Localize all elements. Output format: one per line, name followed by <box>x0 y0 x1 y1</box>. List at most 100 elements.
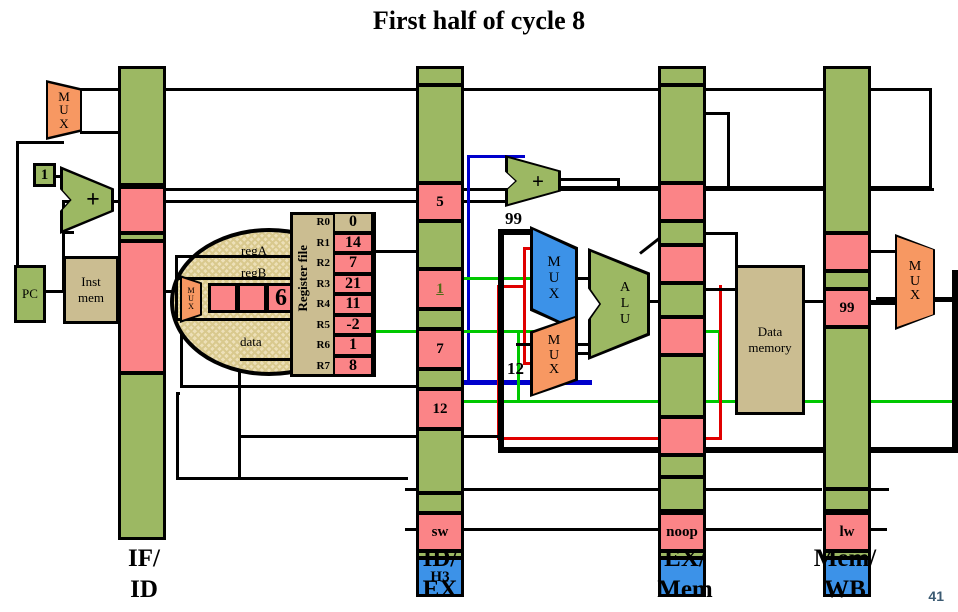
register-value: 11 <box>333 294 373 315</box>
if-id-seg-pc <box>118 66 166 186</box>
data-memory-label-1: Data <box>757 324 783 339</box>
register-name: R0 <box>316 216 330 229</box>
register-row: R4 11 <box>302 294 373 315</box>
id-ex-seg-gap1 <box>416 220 464 270</box>
pc-source-mux[interactable]: M U X <box>48 83 80 137</box>
register-row: R6 1 <box>302 335 373 356</box>
wire-idadder-out <box>560 178 620 181</box>
ex-mem-register: noop <box>658 66 706 597</box>
alu-letter-u: U <box>619 312 631 328</box>
register-value: 0 <box>333 212 373 233</box>
wire-branch-blue-top <box>467 155 525 158</box>
stage-label-line2: ID <box>130 576 158 604</box>
id-ex-seg-gap2 <box>416 308 464 330</box>
register-row: R7 8 <box>302 355 373 376</box>
ex-mem-seg-pc <box>658 84 706 184</box>
mem-wb-seg-0 <box>823 66 871 234</box>
alu-letter-a: A <box>619 279 631 295</box>
register-value: 14 <box>333 232 373 253</box>
wire-pc-bus-top <box>122 88 932 91</box>
constant-one: 1 <box>33 163 56 187</box>
id-ex-register: 5 1 7 12 sw H3 <box>416 66 464 597</box>
id-ex-seg-regB: 7 <box>416 328 464 370</box>
id-ex-offset-value: 12 <box>432 400 448 417</box>
register-value: 8 <box>333 355 373 376</box>
inst-mem-label-2: mem <box>78 290 104 305</box>
stage-label-line1: ID/ <box>422 545 458 572</box>
write-cell-1 <box>208 283 238 313</box>
if-adder-symbol: + <box>86 186 100 213</box>
wire-memwb-mux-top <box>869 250 897 253</box>
wire-ctrl-3 <box>869 528 887 531</box>
wb-mux-letter-x: X <box>188 302 194 311</box>
ex-mem-seg-gap4 <box>658 454 706 478</box>
inst-mem-label-1: Inst <box>81 274 101 289</box>
id-ex-seg-regA: 1 <box>416 268 464 310</box>
id-ex-seg-gap5 <box>416 492 464 514</box>
register-name: R3 <box>316 277 330 290</box>
register-row: R2 7 <box>302 253 373 274</box>
page-title: First half of cycle 8 <box>372 6 586 35</box>
wire-regA-out <box>376 250 418 253</box>
id-ex-regA-value: 1 <box>436 280 444 297</box>
wire-pc-branch-blue <box>467 155 470 383</box>
mem-wb-seg-gap1 <box>823 270 871 290</box>
wire-idadder-down <box>617 178 620 188</box>
ex-mem-seg-flag <box>658 244 706 284</box>
id-ex-seg-gap4 <box>416 428 464 494</box>
register-name: R7 <box>316 359 330 372</box>
mux-letter-u: U <box>59 102 69 118</box>
fmux-b-letter-m: M <box>547 332 561 348</box>
mem-wb-instruction-value: lw <box>839 523 855 540</box>
wire-red-vert-right <box>719 285 722 440</box>
ex-mem-seg-gap2 <box>658 282 706 318</box>
wire-left-bottom <box>176 477 408 480</box>
wire-box-left <box>498 229 504 453</box>
mux-letter-m: M <box>58 88 70 104</box>
page-number: 41 <box>928 588 944 604</box>
register-value: 7 <box>333 253 373 274</box>
mem-wb-seg-alu: 99 <box>823 288 871 328</box>
wire-box-top <box>498 229 534 235</box>
wire-mux-left-in <box>16 141 64 144</box>
mem-wb-register: 99 lw <box>823 66 871 597</box>
stage-label-mem-wb: Mem/WB <box>805 543 885 606</box>
wire-ctrl-2 <box>700 528 822 531</box>
wire-magnif-left <box>175 255 178 321</box>
stage-label-line1: EX/ <box>664 545 706 572</box>
wire-ifid-to-idex-pc <box>164 200 418 203</box>
write-back-output-mux[interactable]: M U X <box>897 237 933 327</box>
id-ex-seg-gap3 <box>416 368 464 390</box>
wire-memwb-instr-out <box>869 488 889 491</box>
register-name: R1 <box>316 236 330 249</box>
stage-label-line2: Mem <box>657 576 713 604</box>
regB-label: regB <box>241 265 267 280</box>
adder-result-annotation: 99 <box>505 209 522 228</box>
wire-noop-lw <box>700 488 822 491</box>
stage-label-line1: Mem/ <box>813 545 877 572</box>
wire-box-bottom <box>498 447 958 453</box>
stage-label-line2: WB <box>824 576 866 604</box>
write-back-mux[interactable]: M U X <box>182 278 200 320</box>
register-name: R4 <box>316 298 330 311</box>
constant-one-value: 1 <box>40 166 49 183</box>
id-ex-seg-pcplus: 5 <box>416 182 464 222</box>
ex-mem-seg-0 <box>658 66 706 86</box>
alu-letter-l: L <box>620 295 630 311</box>
wire-green-bottom <box>462 400 958 403</box>
ex-mem-seg-gap3 <box>658 354 706 418</box>
wire-sw-noop <box>462 488 662 491</box>
if-id-seg-inst-hi <box>118 186 166 234</box>
instruction-memory: Inst mem <box>63 256 119 324</box>
wire-exmem-loop-down <box>727 112 730 188</box>
write-cell-2 <box>237 283 267 313</box>
stage-label-line2: EX <box>422 576 458 604</box>
wire-memwb-mux-bottom <box>869 300 897 305</box>
data-memory: Data memory <box>735 265 805 415</box>
wbo-mux-letter-m: M <box>908 258 922 274</box>
pipeline-diagram-canvas: First half of cycle 8 PC Inst mem 1 M U … <box>0 0 958 612</box>
id-ex-regB-value: 7 <box>436 340 444 357</box>
register-name: R5 <box>316 318 330 331</box>
wire-dm-out <box>805 300 825 303</box>
register-value: 1 <box>333 335 373 356</box>
